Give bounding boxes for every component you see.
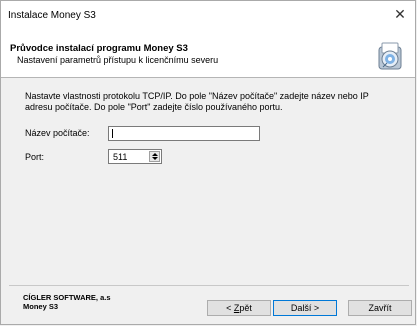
back-prefix: < [226, 303, 234, 313]
spin-up-icon[interactable] [152, 153, 158, 156]
title-bar: Instalace Money S3 ✕ [1, 1, 415, 29]
installer-window: Instalace Money S3 ✕ Průvodce instalací … [0, 0, 416, 325]
company-name: CÍGLER SOFTWARE, a.s [23, 293, 111, 302]
back-button[interactable]: < Zpět [207, 300, 271, 316]
computer-name-input[interactable] [108, 126, 260, 141]
wizard-header: Průvodce instalací programu Money S3 Nas… [1, 29, 415, 78]
wizard-title: Průvodce instalací programu Money S3 [10, 43, 188, 54]
footer-divider [9, 285, 409, 286]
next-button[interactable]: Další > [273, 300, 337, 316]
window-title: Instalace Money S3 [8, 10, 96, 21]
wizard-subtitle: Nastavení parametrů přístupu k licenčním… [17, 55, 219, 65]
cd-installer-icon [378, 42, 402, 70]
company-info: CÍGLER SOFTWARE, a.s Money S3 [23, 293, 111, 311]
port-stepper[interactable]: 511 [108, 149, 162, 164]
close-icon[interactable]: ✕ [385, 1, 415, 27]
computer-name-label: Název počítače: [25, 128, 90, 138]
product-name: Money S3 [23, 302, 59, 311]
instructions-text: Nastavte vlastnosti protokolu TCP/IP. Do… [25, 91, 369, 112]
spin-buttons[interactable] [149, 151, 160, 162]
port-value: 511 [113, 152, 128, 162]
spin-down-icon[interactable] [152, 157, 158, 160]
text-caret [112, 129, 113, 138]
close-button[interactable]: Zavřít [348, 300, 412, 316]
port-label: Port: [25, 152, 45, 162]
back-rest: pět [239, 303, 252, 313]
